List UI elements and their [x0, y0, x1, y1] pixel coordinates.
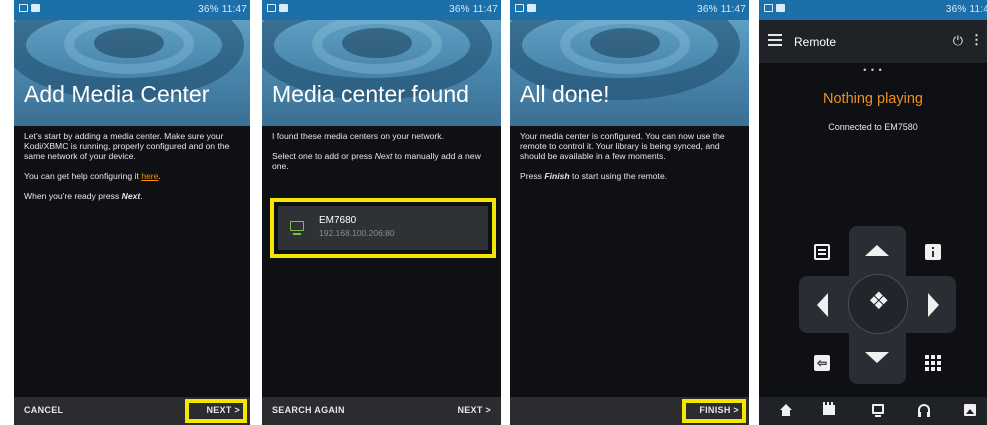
screen-remote: 36% 11:4 Remote ⏻ ⋮ • • • Nothing playin…	[759, 0, 987, 425]
help-suffix: .	[158, 171, 161, 182]
status-bar: 36% 11:47	[262, 0, 501, 20]
notification-icon	[31, 4, 40, 12]
select-text: Select one to add or press	[272, 150, 375, 161]
arrow-left-icon[interactable]	[817, 293, 828, 317]
page-title: All done!	[520, 81, 610, 107]
status-bar: 36% 11:47	[510, 0, 749, 20]
select-button[interactable]: ❖	[848, 274, 908, 334]
music-icon[interactable]	[918, 404, 930, 417]
next-emphasis: Next	[121, 190, 141, 201]
notification-icons	[515, 4, 536, 12]
finish-paragraph: Press Finish to start using the remote.	[520, 171, 739, 181]
screen-add-media-center: 36% 11:47 Add Media Center Let's start b…	[14, 0, 250, 425]
ready-text: When you're ready press	[24, 190, 122, 201]
notification-icon	[515, 4, 524, 12]
wizard-footer: SEARCH AGAIN NEXT >	[262, 397, 501, 425]
status-text: 36% 11:47	[697, 4, 746, 15]
device-list-item[interactable]: EM7680 192.168.100.206:80	[278, 206, 488, 250]
finish-text: Press	[520, 171, 545, 182]
notification-icon	[776, 4, 785, 12]
finish-emphasis: Finish	[544, 171, 570, 182]
arrow-up-icon[interactable]	[865, 245, 889, 256]
page-indicator: • • •	[863, 65, 883, 75]
arrow-right-icon[interactable]	[928, 293, 939, 317]
next-button[interactable]: NEXT >	[206, 405, 240, 415]
back-icon[interactable]: ⇦	[814, 355, 830, 371]
ready-paragraph: When you're ready press Next.	[24, 191, 240, 201]
home-icon[interactable]	[780, 404, 792, 416]
status-text: 36% 11:47	[198, 4, 247, 15]
wizard-footer: CANCEL NEXT >	[14, 397, 250, 425]
notification-icon	[527, 4, 536, 12]
hamburger-menu-icon[interactable]	[768, 34, 782, 46]
status-bar: 36% 11:4	[759, 0, 987, 20]
help-text: You can get help configuring it	[24, 171, 142, 182]
app-bar: Remote ⏻ ⋮	[759, 20, 987, 63]
next-emphasis: Next	[374, 150, 393, 161]
notification-icon	[19, 4, 28, 12]
hero-decoration	[590, 28, 660, 58]
hero-decoration	[342, 28, 412, 58]
overflow-menu-icon[interactable]: ⋮	[970, 32, 983, 48]
playlist-icon[interactable]	[814, 244, 830, 260]
info-icon[interactable]	[925, 244, 941, 260]
wizard-footer: FINISH >	[510, 397, 749, 425]
page-title: Media center found	[272, 81, 469, 107]
instructions: I found these media centers on your netw…	[272, 131, 491, 181]
hero-banner: All done!	[510, 20, 749, 126]
help-paragraph: You can get help configuring it here.	[24, 171, 240, 181]
hero-banner: Media center found	[262, 20, 501, 126]
finish-suffix: to start using the remote.	[569, 171, 668, 182]
ready-suffix: .	[140, 190, 143, 201]
device-address: 192.168.100.206:80	[319, 228, 395, 238]
help-link[interactable]: here	[141, 171, 158, 181]
pictures-icon[interactable]	[964, 404, 976, 416]
instructions: Your media center is configured. You can…	[520, 131, 739, 191]
notification-icons	[267, 4, 288, 12]
arrow-down-icon[interactable]	[865, 352, 889, 363]
status-text: 36% 11:47	[449, 4, 498, 15]
cancel-button[interactable]: CANCEL	[24, 405, 63, 415]
power-icon[interactable]: ⏻	[953, 33, 963, 49]
configured-paragraph: Your media center is configured. You can…	[520, 131, 725, 162]
screen-all-done: 36% 11:47 All done! Your media center is…	[510, 0, 749, 425]
screen-media-center-found: 36% 11:47 Media center found I found the…	[262, 0, 501, 425]
found-paragraph: I found these media centers on your netw…	[272, 131, 444, 141]
grid-icon[interactable]	[925, 355, 941, 371]
bottom-navigation	[759, 397, 987, 425]
page-title: Add Media Center	[24, 81, 210, 107]
hero-decoration	[94, 28, 164, 58]
notification-icon	[267, 4, 276, 12]
status-bar: 36% 11:47	[14, 0, 250, 20]
select-icon: ❖	[868, 288, 890, 315]
now-playing-title: Nothing playing	[823, 91, 923, 107]
tv-icon[interactable]	[872, 404, 884, 417]
select-paragraph: Select one to add or press Next to manua…	[272, 151, 491, 171]
next-button[interactable]: NEXT >	[457, 405, 491, 415]
notification-icon	[764, 4, 773, 12]
notification-icon	[279, 4, 288, 12]
highlight-box: EM7680 192.168.100.206:80	[270, 198, 496, 258]
hero-banner: Add Media Center	[14, 20, 250, 126]
finish-button[interactable]: FINISH >	[699, 405, 739, 415]
instructions: Let's start by adding a media center. Ma…	[24, 131, 240, 211]
device-name: EM7680	[319, 215, 357, 226]
notification-icons	[764, 4, 785, 12]
notification-icons	[19, 4, 40, 12]
device-icon	[290, 221, 304, 235]
status-text: 36% 11:4	[945, 4, 987, 15]
intro-paragraph: Let's start by adding a media center. Ma…	[24, 131, 230, 162]
app-title: Remote	[794, 35, 837, 49]
search-again-button[interactable]: SEARCH AGAIN	[272, 405, 345, 415]
movies-icon[interactable]	[823, 402, 835, 415]
connection-status: Connected to EM7580	[828, 122, 918, 132]
